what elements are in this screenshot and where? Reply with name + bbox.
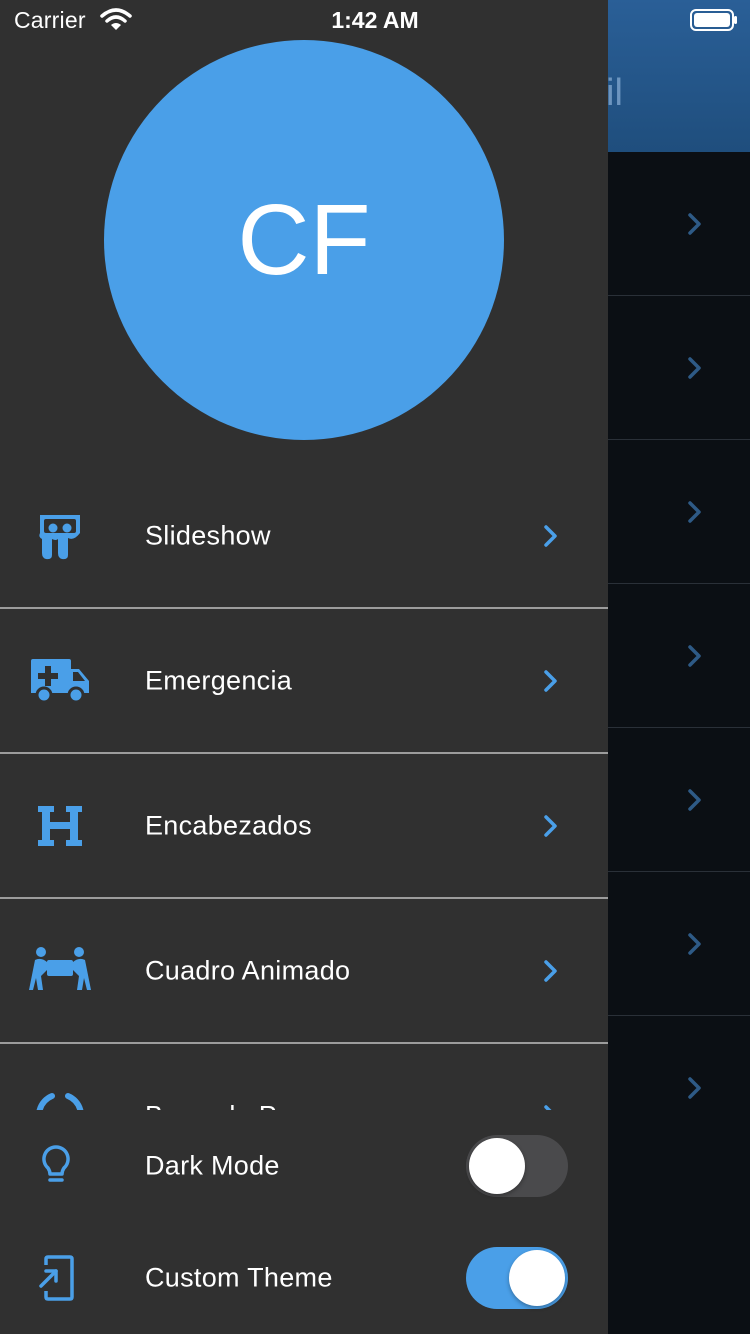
- carrier-label: Carrier: [14, 7, 86, 33]
- slideshare-icon: [28, 508, 92, 564]
- chevron-right-icon: [688, 788, 701, 811]
- setting-custom-theme: Custom Theme: [0, 1222, 608, 1334]
- chevron-right-icon: [688, 1076, 701, 1099]
- chevron-right-icon: [688, 500, 701, 523]
- status-bar: Carrier 1:42 AM: [0, 0, 750, 40]
- chevron-right-icon: [544, 1104, 552, 1110]
- drawer-menu: Slideshow Emergencia Encabezados Cuadro …: [0, 464, 608, 1110]
- add-to-home-screen-icon: [36, 1255, 76, 1301]
- toggle-knob: [469, 1138, 525, 1194]
- navigation-drawer: CF Slideshow Emergencia Encabezados Cuad…: [0, 0, 608, 1334]
- toggle-knob: [509, 1250, 565, 1306]
- heading-icon: [28, 798, 92, 854]
- custom-theme-toggle[interactable]: [466, 1247, 568, 1309]
- menu-item-barra-de-progreso[interactable]: Barra de Progreso: [0, 1044, 608, 1110]
- drawer-settings: Dark Mode Custom Theme: [0, 1110, 608, 1334]
- lightbulb-icon: [36, 1143, 76, 1189]
- menu-item-emergencia[interactable]: Emergencia: [0, 609, 608, 754]
- chevron-right-icon: [544, 669, 557, 692]
- chevron-right-icon: [688, 356, 701, 379]
- chevron-right-icon: [544, 959, 557, 982]
- chevron-right-icon: [688, 932, 701, 955]
- menu-item-label: Barra de Progreso: [145, 1100, 371, 1110]
- battery-icon: [690, 9, 737, 31]
- ambulance-icon: [28, 653, 92, 709]
- wifi-icon: [100, 8, 132, 30]
- chevron-right-icon: [688, 644, 701, 667]
- menu-item-cuadro-animado[interactable]: Cuadro Animado: [0, 899, 608, 1044]
- menu-item-label: Encabezados: [145, 810, 312, 840]
- avatar-initials: CF: [237, 183, 371, 296]
- dark-mode-toggle[interactable]: [466, 1135, 568, 1197]
- menu-item-label: Cuadro Animado: [145, 955, 351, 985]
- chevron-right-icon: [688, 212, 701, 235]
- setting-label: Custom Theme: [145, 1262, 333, 1293]
- setting-label: Dark Mode: [145, 1150, 280, 1181]
- chevron-right-icon: [544, 524, 557, 547]
- circle-notch-icon: [28, 1088, 92, 1110]
- menu-item-label: Emergencia: [145, 665, 293, 695]
- people-carry-icon: [28, 943, 92, 999]
- screen: il CF Slideshow Emergencia Encabezados C…: [0, 0, 750, 1334]
- setting-dark-mode: Dark Mode: [0, 1110, 608, 1222]
- chevron-right-icon: [544, 814, 557, 837]
- menu-item-encabezados[interactable]: Encabezados: [0, 754, 608, 899]
- background-page-title: il: [606, 72, 623, 114]
- menu-item-label: Slideshow: [145, 520, 271, 550]
- avatar[interactable]: CF: [104, 40, 504, 440]
- menu-item-slideshow[interactable]: Slideshow: [0, 464, 608, 609]
